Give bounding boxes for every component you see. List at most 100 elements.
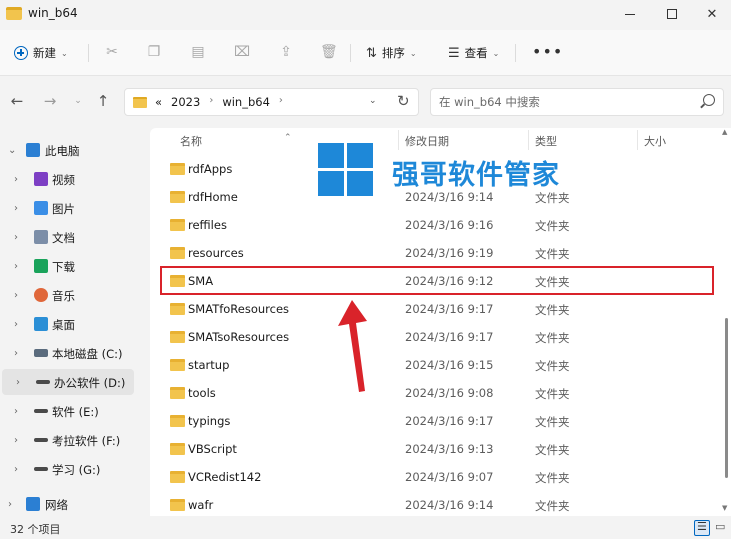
sidebar-item-documents[interactable]: › 文档 [0,224,150,250]
close-button[interactable]: ✕ [692,0,731,28]
table-row[interactable]: tools 2024/3/16 9:08 文件夹 [160,379,715,407]
cut-icon[interactable]: ✂ [104,44,120,60]
network-icon [26,497,40,511]
chevron-right-icon[interactable]: › [16,377,20,388]
sidebar-item-drive-f[interactable]: › 考拉软件 (F:) [0,427,150,453]
divider [350,44,351,62]
view-button[interactable]: ☰ 查看 ⌄ [448,42,499,64]
folder-icon [170,331,185,343]
maximize-button[interactable] [652,0,692,28]
chevron-right-icon[interactable]: › [14,435,18,446]
forward-button[interactable]: → [42,93,58,109]
sort-button[interactable]: ⇅ 排序 ⌄ [366,42,417,64]
up-button[interactable]: ↑ [95,93,111,109]
paste-icon[interactable]: ▤ [190,44,206,60]
pictures-icon [34,201,48,215]
more-options-button[interactable]: ••• [532,40,563,62]
recent-locations-button[interactable]: ⌄ [70,93,86,109]
maximize-icon [667,9,677,19]
sidebar-item-label: 网络 [45,498,68,512]
refresh-icon[interactable]: ↻ [397,92,410,110]
search-icon[interactable] [703,94,715,106]
sidebar-item-this-pc[interactable]: ⌄ 此电脑 [0,137,150,163]
chevron-right-icon[interactable]: › [14,348,18,359]
table-row[interactable]: wafr 2024/3/16 9:14 文件夹 [160,491,715,519]
chevron-down-icon: ⌄ [492,48,500,58]
column-headers: ⌃ 名称 修改日期 类型 大小 [150,128,731,152]
chevron-right-icon[interactable]: › [14,290,18,301]
column-modified[interactable]: 修改日期 [405,133,449,149]
search-box[interactable] [430,88,724,116]
column-name[interactable]: 名称 [180,133,202,149]
chevron-right-icon[interactable]: › [14,232,18,243]
divider[interactable] [528,130,529,150]
sidebar-item-label: 本地磁盘 (C:) [52,347,123,361]
sort-label: 排序 [381,46,405,60]
search-input[interactable] [439,95,689,109]
sidebar-item-label: 此电脑 [45,144,80,158]
chevron-right-icon[interactable]: › [14,319,18,330]
chevron-right-icon[interactable]: › [8,499,12,510]
chevron-right-icon[interactable]: › [279,95,283,109]
chevron-right-icon[interactable]: › [14,261,18,272]
rename-icon[interactable]: ⌧ [234,44,250,60]
table-row[interactable]: startup 2024/3/16 9:15 文件夹 [160,351,715,379]
file-date: 2024/3/16 9:16 [405,218,494,232]
sidebar-item-drive-e[interactable]: › 软件 (E:) [0,398,150,424]
sidebar-item-desktop[interactable]: › 桌面 [0,311,150,337]
folder-icon [170,499,185,511]
file-date: 2024/3/16 9:14 [405,190,494,204]
scrollbar-thumb[interactable] [725,318,728,478]
file-name: reffiles [188,218,227,232]
sidebar-item-drive-c[interactable]: › 本地磁盘 (C:) [0,340,150,366]
breadcrumb-2023[interactable]: 2023 [171,95,200,109]
divider[interactable] [398,130,399,150]
chevron-right-icon[interactable]: › [209,95,213,109]
address-dropdown-icon[interactable]: ⌄ [369,96,377,106]
chevron-down-icon: ⌄ [409,48,417,58]
column-type[interactable]: 类型 [535,133,557,149]
sidebar-item-downloads[interactable]: › 下载 [0,253,150,279]
divider [515,44,516,62]
copy-icon[interactable]: ❐ [146,44,162,60]
table-row[interactable]: resources 2024/3/16 9:19 文件夹 [160,239,715,267]
new-button[interactable]: 新建 ⌄ [14,42,68,64]
minimize-button[interactable] [610,0,650,28]
drive-icon [34,467,48,471]
table-row[interactable]: typings 2024/3/16 9:17 文件夹 [160,407,715,435]
share-icon[interactable]: ⇪ [278,44,294,60]
sidebar-item-label: 桌面 [52,318,75,332]
delete-icon[interactable]: 🗑 [320,44,338,60]
file-name: typings [188,414,231,428]
file-type: 文件夹 [535,359,570,373]
chevron-right-icon[interactable]: › [14,174,18,185]
sidebar-item-network[interactable]: › 网络 [0,491,150,517]
sidebar-item-music[interactable]: › 音乐 [0,282,150,308]
breadcrumb-overflow[interactable]: « [155,95,162,109]
scroll-up-icon[interactable]: ▲ [722,128,727,136]
details-view-button[interactable] [694,520,710,536]
chevron-right-icon[interactable]: › [14,203,18,214]
divider [88,44,89,62]
divider[interactable] [637,130,638,150]
breadcrumb-win-b64[interactable]: win_b64 [222,95,270,109]
table-row[interactable]: reffiles 2024/3/16 9:16 文件夹 [160,211,715,239]
chevron-down-icon[interactable]: ⌄ [8,145,16,156]
sidebar-item-videos[interactable]: › 视频 [0,166,150,192]
table-row[interactable]: SMATfoResources 2024/3/16 9:17 文件夹 [160,295,715,323]
chevron-right-icon[interactable]: › [14,406,18,417]
table-row[interactable]: VCRedist142 2024/3/16 9:07 文件夹 [160,463,715,491]
address-bar[interactable]: « 2023 › win_b64 › ⌄ ↻ [124,88,419,116]
file-date: 2024/3/16 9:17 [405,330,494,344]
sidebar-item-pictures[interactable]: › 图片 [0,195,150,221]
table-row[interactable]: SMATsoResources 2024/3/16 9:17 文件夹 [160,323,715,351]
sidebar-item-drive-g[interactable]: › 学习 (G:) [0,456,150,482]
tiles-view-icon[interactable]: ▭ [715,520,729,536]
back-button[interactable]: ← [9,93,25,109]
windows-logo-watermark [318,143,374,197]
sidebar-item-drive-d[interactable]: › 办公软件 (D:) [2,369,134,395]
column-size[interactable]: 大小 [644,133,666,149]
scroll-down-icon[interactable]: ▼ [722,504,727,512]
chevron-right-icon[interactable]: › [14,464,18,475]
table-row[interactable]: VBScript 2024/3/16 9:13 文件夹 [160,435,715,463]
